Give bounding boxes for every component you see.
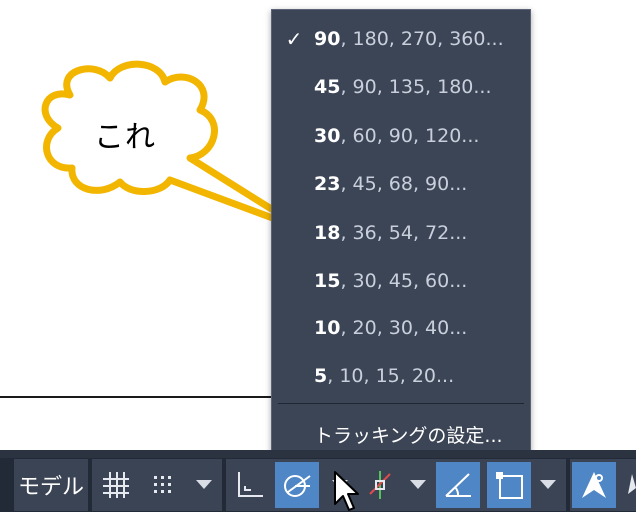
polar-tracking-icon — [284, 475, 311, 497]
menu-item-label: 30, 60, 90, 120... — [314, 125, 480, 147]
menu-item-10[interactable]: 10, 20, 30, 40... — [272, 308, 530, 348]
selection-cycling-button[interactable] — [487, 462, 531, 508]
menu-item-23[interactable]: 23, 45, 68, 90... — [272, 164, 530, 204]
grid-icon — [103, 472, 129, 498]
tracking-settings-label: トラッキングの設定... — [314, 424, 503, 447]
tracking-settings-item[interactable]: トラッキングの設定... — [272, 414, 530, 454]
menu-item-90[interactable]: ✓ 90, 180, 270, 360... — [272, 19, 530, 59]
menu-item-label: 10, 20, 30, 40... — [314, 317, 468, 339]
menu-item-30[interactable]: 30, 60, 90, 120... — [272, 116, 530, 156]
snap-dots-icon — [154, 476, 171, 493]
callout-text: これ — [94, 120, 156, 155]
menu-item-label: 5, 10, 15, 20... — [314, 365, 455, 387]
annotation-icon — [582, 472, 606, 498]
osnap-tracking-icon — [369, 471, 391, 499]
snap-dropdown-chevron-icon[interactable] — [196, 480, 212, 489]
menu-item-18[interactable]: 18, 36, 54, 72... — [272, 213, 530, 253]
menu-item-label: 23, 45, 68, 90... — [314, 173, 468, 195]
selection-cycling-icon — [496, 472, 523, 499]
polar-tracking-button[interactable] — [275, 462, 319, 508]
menu-item-label: 15, 30, 45, 60... — [314, 270, 468, 292]
osnap-dropdown-chevron-icon[interactable] — [410, 480, 426, 489]
menu-separator — [278, 403, 524, 404]
model-button[interactable]: モデル — [16, 462, 86, 508]
check-icon: ✓ — [285, 27, 303, 51]
grid-button[interactable] — [96, 462, 136, 508]
menu-item-5[interactable]: 5, 10, 15, 20... — [272, 356, 530, 396]
annotation-button[interactable] — [572, 462, 616, 508]
annotation-partial-icon[interactable] — [622, 462, 636, 508]
status-bar-top-strip — [0, 450, 636, 458]
menu-item-15[interactable]: 15, 30, 45, 60... — [272, 261, 530, 301]
ortho-button[interactable] — [228, 462, 272, 508]
snap-button[interactable] — [142, 462, 182, 508]
menu-item-45[interactable]: 45, 90, 135, 180... — [272, 67, 530, 107]
osnap-tracking-button[interactable] — [360, 462, 400, 508]
menu-item-label: 90, 180, 270, 360... — [314, 28, 504, 50]
drawing-line — [0, 396, 272, 398]
menu-item-label: 45, 90, 135, 180... — [314, 76, 492, 98]
dynamic-ucs-angle-icon — [445, 473, 471, 497]
mouse-cursor-icon — [334, 471, 359, 511]
selection-dropdown-chevron-icon[interactable] — [540, 480, 556, 489]
menu-item-label: 18, 36, 54, 72... — [314, 222, 468, 244]
dynamic-ucs-button[interactable] — [436, 462, 480, 508]
ortho-icon — [238, 472, 263, 497]
polar-angle-menu: ✓ 90, 180, 270, 360... 45, 90, 135, 180.… — [271, 9, 531, 457]
